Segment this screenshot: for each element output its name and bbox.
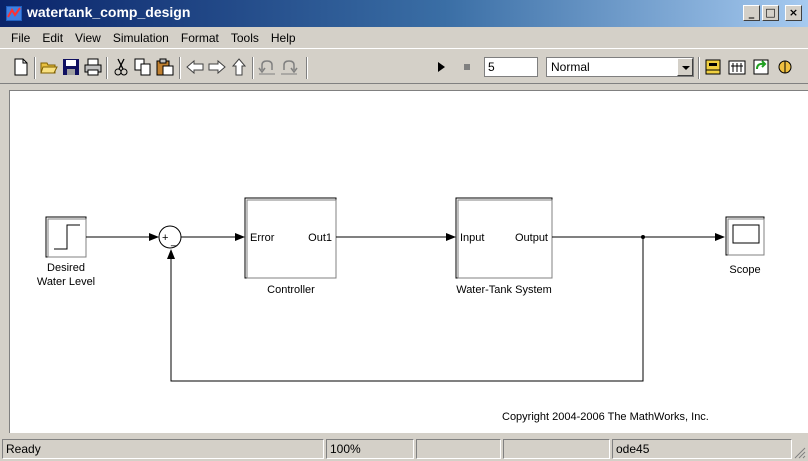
toolbar-separator (306, 57, 308, 79)
menu-edit[interactable]: Edit (36, 31, 69, 45)
chevron-down-icon[interactable] (677, 58, 693, 76)
toolbar-separator (106, 57, 108, 79)
zoom-level: 100% (326, 439, 414, 459)
print-icon[interactable] (84, 58, 102, 76)
toolbar-separator (34, 57, 36, 79)
feedback-line[interactable] (167, 237, 644, 382)
plant-input-port: Input (460, 232, 484, 244)
plant-label: Water-Tank System (456, 284, 552, 296)
up-icon[interactable] (230, 58, 248, 76)
menu-file[interactable]: File (0, 31, 36, 45)
paste-icon[interactable] (156, 58, 174, 76)
toolbar-separator (698, 57, 700, 79)
simulink-window: watertank_comp_design _ □ × File Edit Vi… (0, 0, 808, 461)
status-pane-empty (416, 439, 501, 459)
open-icon[interactable] (40, 58, 58, 76)
menu-view[interactable]: View (69, 31, 107, 45)
resize-grip-icon[interactable] (794, 447, 806, 459)
menu-format[interactable]: Format (175, 31, 225, 45)
toolbar-separator (252, 57, 254, 79)
window-controls: _ □ × (743, 5, 802, 21)
status-text: Ready (2, 439, 324, 459)
library-icon[interactable] (728, 58, 746, 76)
cut-icon[interactable] (112, 58, 130, 76)
minimize-button[interactable]: _ (743, 5, 760, 21)
update-icon[interactable] (752, 58, 770, 76)
menu-bar: File Edit View Simulation Format Tools H… (0, 27, 808, 48)
debug-icon[interactable] (776, 58, 794, 76)
block-diagram: Desired Water Level + _ Error Out1 Contr… (37, 197, 765, 423)
simulation-mode-select[interactable]: Normal (546, 57, 694, 77)
play-icon[interactable] (432, 58, 450, 76)
controller-input-port: Error (250, 232, 275, 244)
title-bar[interactable]: watertank_comp_design _ □ × (0, 0, 808, 27)
status-pane-empty (503, 439, 610, 459)
build-icon[interactable] (704, 58, 722, 76)
scope-label: Scope (729, 264, 760, 276)
forward-icon[interactable] (208, 58, 226, 76)
step-block[interactable] (45, 216, 87, 258)
menu-tools[interactable]: Tools (225, 31, 265, 45)
simulation-mode-value: Normal (551, 60, 590, 74)
solver-name: ode45 (612, 439, 792, 459)
sum-minus-sign: _ (170, 235, 178, 247)
model-canvas[interactable]: Desired Water Level + _ Error Out1 Contr… (9, 90, 808, 433)
copy-icon[interactable] (134, 58, 152, 76)
toolbar: 5 Normal (0, 48, 808, 84)
step-label-line1: Desired (47, 262, 85, 274)
close-button[interactable]: × (785, 5, 802, 21)
simulink-app-icon (6, 6, 22, 21)
status-bar: Ready 100% ode45 (0, 437, 808, 461)
maximize-button[interactable]: □ (762, 5, 779, 21)
new-icon[interactable] (12, 58, 30, 76)
sum-plus-sign: + (162, 232, 168, 244)
scope-block[interactable] (725, 216, 765, 256)
save-icon[interactable] (62, 58, 80, 76)
menu-help[interactable]: Help (265, 31, 302, 45)
stop-time-input[interactable]: 5 (484, 57, 538, 77)
redo-icon[interactable] (280, 58, 298, 76)
toolbar-separator (179, 57, 181, 79)
back-icon[interactable] (186, 58, 204, 76)
menu-simulation[interactable]: Simulation (107, 31, 175, 45)
plant-output-port: Output (515, 232, 548, 244)
controller-label: Controller (267, 284, 315, 296)
copyright-notice: Copyright 2004-2006 The MathWorks, Inc. (502, 411, 709, 423)
step-label-line2: Water Level (37, 276, 95, 288)
sum-block[interactable]: + _ (158, 225, 182, 249)
window-title: watertank_comp_design (27, 4, 191, 20)
controller-output-port: Out1 (308, 232, 332, 244)
undo-icon[interactable] (258, 58, 276, 76)
stop-icon[interactable] (458, 58, 476, 76)
